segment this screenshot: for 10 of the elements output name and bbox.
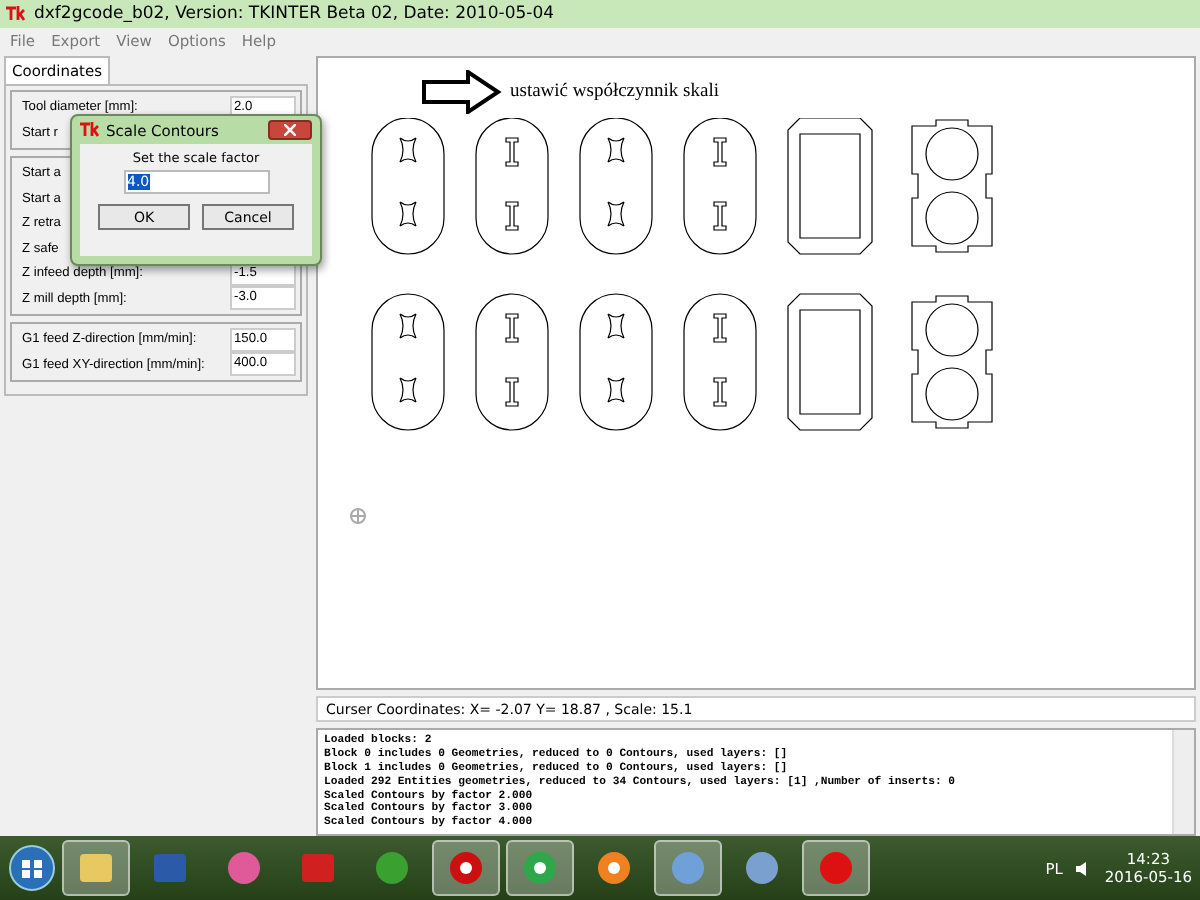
scrollbar[interactable] xyxy=(1172,730,1194,834)
ring-icon[interactable] xyxy=(448,850,484,886)
arrow-icon xyxy=(422,70,502,114)
close-icon xyxy=(284,124,296,136)
window-title: dxf2gcode_b02, Version: TKINTER Beta 02, Date: 2010-05-04 xyxy=(34,4,555,24)
taskbar-app[interactable] xyxy=(432,840,500,896)
annotation-text: ustawić współczynnik skali xyxy=(510,82,719,102)
close-button[interactable] xyxy=(268,120,312,140)
start-icon[interactable] xyxy=(8,844,56,892)
origin-icon xyxy=(350,508,366,524)
